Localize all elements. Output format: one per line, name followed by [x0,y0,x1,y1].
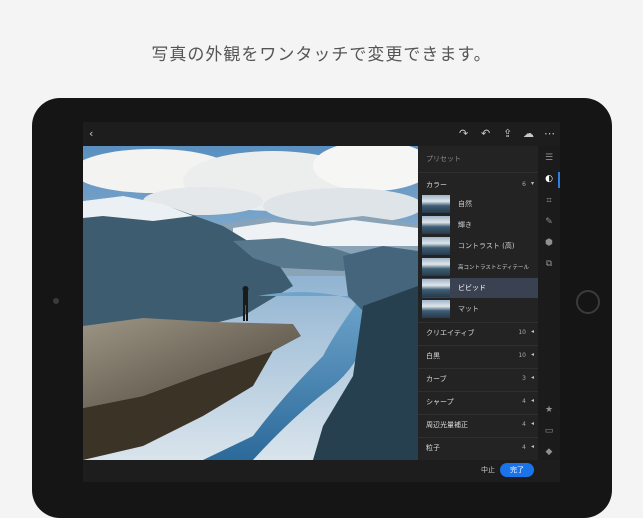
panel-title: プリセット [426,155,461,163]
category-color[interactable]: カラー [426,180,447,190]
app-screen: ‹ ↷ ↶ ⇪ ☁ ⋯ プリセット カラー 6 ▾ 自然 輝き コントラスト (… [83,122,560,482]
top-toolbar: ‹ ↷ ↶ ⇪ ☁ ⋯ [83,122,560,146]
redo-icon[interactable]: ↷ [459,127,468,141]
preset-thumbnail [422,216,450,234]
home-button[interactable] [576,290,600,314]
preset-label: 高コントラストとディテール [458,265,530,271]
category-count: 3 [522,375,526,382]
chevron-left-icon[interactable]: ◂ [531,351,534,358]
share-icon[interactable]: ⇪ [503,127,512,141]
divider [418,322,538,323]
cloud-sync-icon[interactable]: ☁ [523,127,534,141]
tool-rail: ☰ ◐ ⌗ ✎ ⬢ ⧉ ★ ▭ ◆ ⓘ [538,146,560,482]
back-icon[interactable]: ‹ [89,127,93,141]
category-curve[interactable]: カーブ [426,374,447,384]
preset-item-natural[interactable]: 自然 [422,194,538,214]
preset-thumbnail [422,300,450,318]
divider [418,414,538,415]
preset-label: 輝き [458,221,472,229]
star-icon[interactable]: ★ [538,404,560,416]
chevron-down-icon[interactable]: ▾ [531,180,534,187]
category-count: 4 [522,398,526,405]
category-count: 10 [518,329,526,336]
chevron-left-icon[interactable]: ◂ [531,420,534,427]
preset-item-glow[interactable]: 輝き [422,215,538,235]
presets-panel: プリセット カラー 6 ▾ 自然 輝き コントラスト (高) 高コントラストとデ… [418,146,538,482]
preset-item-matte[interactable]: マット [422,299,538,319]
category-bw[interactable]: 白黒 [426,351,440,361]
heal-icon[interactable]: ⬢ [538,237,560,249]
cancel-button[interactable]: 中止 [481,465,495,475]
photo-canvas[interactable] [83,146,418,460]
preset-thumbnail [422,237,450,255]
page-headline: 写真の外観をワンタッチで変更できます。 [151,45,492,65]
divider [418,368,538,369]
preset-item-high-contrast[interactable]: コントラスト (高) [422,236,538,256]
chevron-left-icon[interactable]: ◂ [531,397,534,404]
divider [418,391,538,392]
category-count: 10 [518,352,526,359]
preset-thumbnail [422,258,450,276]
preset-label: ビビッド [458,284,486,292]
versions-icon[interactable]: ⧉ [538,258,560,270]
category-color-count: 6 [522,181,526,188]
bottom-bar: 中止 完了 [83,460,560,482]
camera-dot [53,298,59,304]
category-sharpen[interactable]: シャープ [426,397,454,407]
presets-icon[interactable]: ◐ [538,173,560,185]
more-icon[interactable]: ⋯ [544,127,555,141]
crop-icon[interactable]: ⌗ [538,195,560,207]
divider [418,172,538,173]
category-creative[interactable]: クリエイティブ [426,328,474,338]
chevron-left-icon[interactable]: ◂ [531,374,534,381]
done-button[interactable]: 完了 [500,463,534,477]
preset-label: マット [458,305,479,313]
category-count: 4 [522,444,526,451]
chevron-left-icon[interactable]: ◂ [531,328,534,335]
preset-item-high-contrast-detail[interactable]: 高コントラストとディテール [422,257,538,277]
brush-icon[interactable]: ✎ [538,216,560,228]
tag-icon[interactable]: ◆ [538,446,560,458]
preset-thumbnail [422,195,450,213]
preset-label: 自然 [458,200,472,208]
comment-icon[interactable]: ▭ [538,425,560,437]
category-vignette[interactable]: 周辺光量補正 [426,420,468,430]
preset-thumbnail [422,279,450,297]
chevron-left-icon[interactable]: ◂ [531,443,534,450]
preset-item-vivid[interactable]: ビビッド [422,278,538,298]
sliders-icon[interactable]: ☰ [538,152,560,164]
undo-icon[interactable]: ↶ [481,127,490,141]
category-count: 4 [522,421,526,428]
divider [418,437,538,438]
preset-label: コントラスト (高) [458,242,515,250]
category-grain[interactable]: 粒子 [426,443,440,453]
landscape-photo [83,146,418,460]
divider [418,345,538,346]
active-tool-indicator [558,172,560,188]
